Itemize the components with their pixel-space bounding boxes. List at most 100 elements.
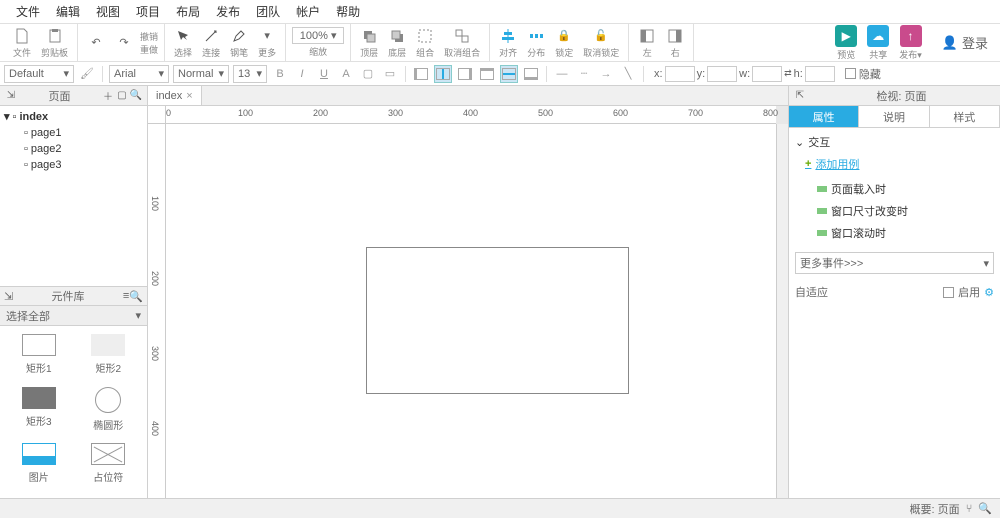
cloud-icon: ☁ xyxy=(867,25,889,47)
valign-middle-button[interactable] xyxy=(500,65,518,83)
interaction-section[interactable]: ⌄交互 xyxy=(795,134,994,150)
clipboard-button[interactable]: 剪贴板 xyxy=(38,27,71,59)
connect-tool[interactable]: 连接 xyxy=(199,27,223,59)
group-button[interactable]: 组合 xyxy=(413,27,437,59)
tree-item[interactable]: ▫page1 xyxy=(0,125,147,141)
send-back-button[interactable]: 底层 xyxy=(385,27,409,59)
undo-button[interactable]: ↶ xyxy=(84,34,108,52)
menu-edit[interactable]: 编辑 xyxy=(48,3,88,20)
line-type-button[interactable]: ╲ xyxy=(619,65,637,83)
menu-team[interactable]: 团队 xyxy=(248,3,288,20)
widget-rect3[interactable]: 矩形3 xyxy=(8,387,70,436)
valign-top-button[interactable] xyxy=(478,65,496,83)
arrow-button[interactable]: → xyxy=(597,65,615,83)
canvas[interactable] xyxy=(166,124,776,504)
font-select[interactable]: Arial▾ xyxy=(109,65,169,83)
redo-button[interactable]: ↷ xyxy=(112,34,136,52)
outline-label[interactable]: 概要: 页面 xyxy=(910,501,960,517)
align-button[interactable]: 对齐 xyxy=(496,27,520,59)
dock-right-button[interactable]: 右 xyxy=(663,27,687,59)
italic-button[interactable]: I xyxy=(293,65,311,83)
close-icon[interactable]: × xyxy=(186,90,192,102)
tab-style[interactable]: 样式 xyxy=(930,106,1000,127)
underline-button[interactable]: U xyxy=(315,65,333,83)
enable-checkbox[interactable] xyxy=(943,287,954,298)
hidden-checkbox[interactable] xyxy=(845,68,856,79)
add-page-icon[interactable]: ＋ xyxy=(101,89,115,103)
line-style-button[interactable]: ┄ xyxy=(575,65,593,83)
y-input[interactable] xyxy=(707,66,737,82)
widget-rect2[interactable]: 矩形2 xyxy=(78,334,140,379)
w-input[interactable] xyxy=(752,66,782,82)
menu-help[interactable]: 帮助 xyxy=(328,3,368,20)
settings-icon[interactable]: ⚙ xyxy=(984,286,994,299)
paint-format-button[interactable]: 🖌 xyxy=(78,65,96,83)
back-icon xyxy=(388,27,406,45)
collapse-icon[interactable]: ⇲ xyxy=(4,290,13,303)
menu-project[interactable]: 项目 xyxy=(128,3,168,20)
tree-root[interactable]: ▾▫index xyxy=(0,108,147,125)
pen-tool[interactable]: 钢笔 xyxy=(227,27,251,59)
bring-front-button[interactable]: 顶层 xyxy=(357,27,381,59)
more-events-select[interactable]: 更多事件>>>▾ xyxy=(795,252,994,274)
add-folder-icon[interactable]: ▢ xyxy=(115,89,129,103)
style-select[interactable]: Default▾ xyxy=(4,65,74,83)
lock-button[interactable]: 🔒锁定 xyxy=(552,27,576,59)
add-case-link[interactable]: +添加用例 xyxy=(805,156,994,172)
line-width-button[interactable]: — xyxy=(553,65,571,83)
collapse-icon[interactable]: ⇱ xyxy=(793,89,807,103)
align-left-button[interactable] xyxy=(412,65,430,83)
search-icon[interactable]: 🔍 xyxy=(978,502,992,515)
login-button[interactable]: 👤登录 xyxy=(942,33,988,52)
x-input[interactable] xyxy=(665,66,695,82)
filter-icon[interactable]: ⑂ xyxy=(966,503,973,515)
menu-view[interactable]: 视图 xyxy=(88,3,128,20)
tab-index[interactable]: index× xyxy=(148,86,202,105)
align-right-button[interactable] xyxy=(456,65,474,83)
font-size-select[interactable]: 13▾ xyxy=(233,65,267,83)
distribute-button[interactable]: 分布 xyxy=(524,27,548,59)
tree-item[interactable]: ▫page2 xyxy=(0,141,147,157)
widget-image[interactable]: 图片 xyxy=(8,443,70,488)
fill-color-button[interactable]: ▢ xyxy=(359,65,377,83)
menu-publish[interactable]: 发布 xyxy=(208,3,248,20)
new-file-button[interactable]: 文件 xyxy=(10,27,34,59)
text-color-button[interactable]: A xyxy=(337,65,355,83)
menu-layout[interactable]: 布局 xyxy=(168,3,208,20)
widget-ellipse[interactable]: 椭圆形 xyxy=(78,387,140,436)
event-item[interactable]: 窗口滚动时 xyxy=(795,222,994,244)
event-item[interactable]: 页面载入时 xyxy=(795,178,994,200)
tab-notes[interactable]: 说明 xyxy=(859,106,929,127)
collapse-icon[interactable]: ⇲ xyxy=(4,89,18,103)
align-center-button[interactable] xyxy=(434,65,452,83)
unlock-button[interactable]: 🔓取消锁定 xyxy=(580,27,622,59)
more-tool[interactable]: ▾更多 xyxy=(255,27,279,59)
vertical-scrollbar[interactable] xyxy=(776,124,788,504)
library-search-icon[interactable]: 🔍 xyxy=(129,290,143,303)
zoom-input[interactable]: 100% ▾ xyxy=(292,27,344,44)
publish-button[interactable]: ↑发布▾ xyxy=(899,25,922,61)
event-item[interactable]: 窗口尺寸改变时 xyxy=(795,200,994,222)
search-pages-icon[interactable]: 🔍 xyxy=(129,89,143,103)
menu-file[interactable]: 文件 xyxy=(8,3,48,20)
widget-placeholder[interactable]: 占位符 xyxy=(78,443,140,488)
library-filter-select[interactable]: 选择全部▾ xyxy=(0,306,147,326)
share-button[interactable]: ☁共享 xyxy=(867,25,889,61)
valign-bottom-button[interactable] xyxy=(522,65,540,83)
canvas-rectangle[interactable] xyxy=(366,247,629,394)
upload-icon: ↑ xyxy=(900,25,922,47)
ungroup-button[interactable]: 取消组合 xyxy=(441,27,483,59)
dock-left-button[interactable]: 左 xyxy=(635,27,659,59)
tab-properties[interactable]: 属性 xyxy=(789,106,859,127)
chevron-down-icon: ⌄ xyxy=(795,136,804,149)
h-input[interactable] xyxy=(805,66,835,82)
widget-rect1[interactable]: 矩形1 xyxy=(8,334,70,379)
bold-button[interactable]: B xyxy=(271,65,289,83)
font-weight-select[interactable]: Normal▾ xyxy=(173,65,229,83)
preview-button[interactable]: ▶预览 xyxy=(835,25,857,61)
border-color-button[interactable]: ▭ xyxy=(381,65,399,83)
menu-account[interactable]: 帐户 xyxy=(288,3,328,20)
select-tool[interactable]: 选择 xyxy=(171,27,195,59)
tree-item[interactable]: ▫page3 xyxy=(0,157,147,173)
link-wh-icon[interactable]: ⇄ xyxy=(784,68,792,79)
